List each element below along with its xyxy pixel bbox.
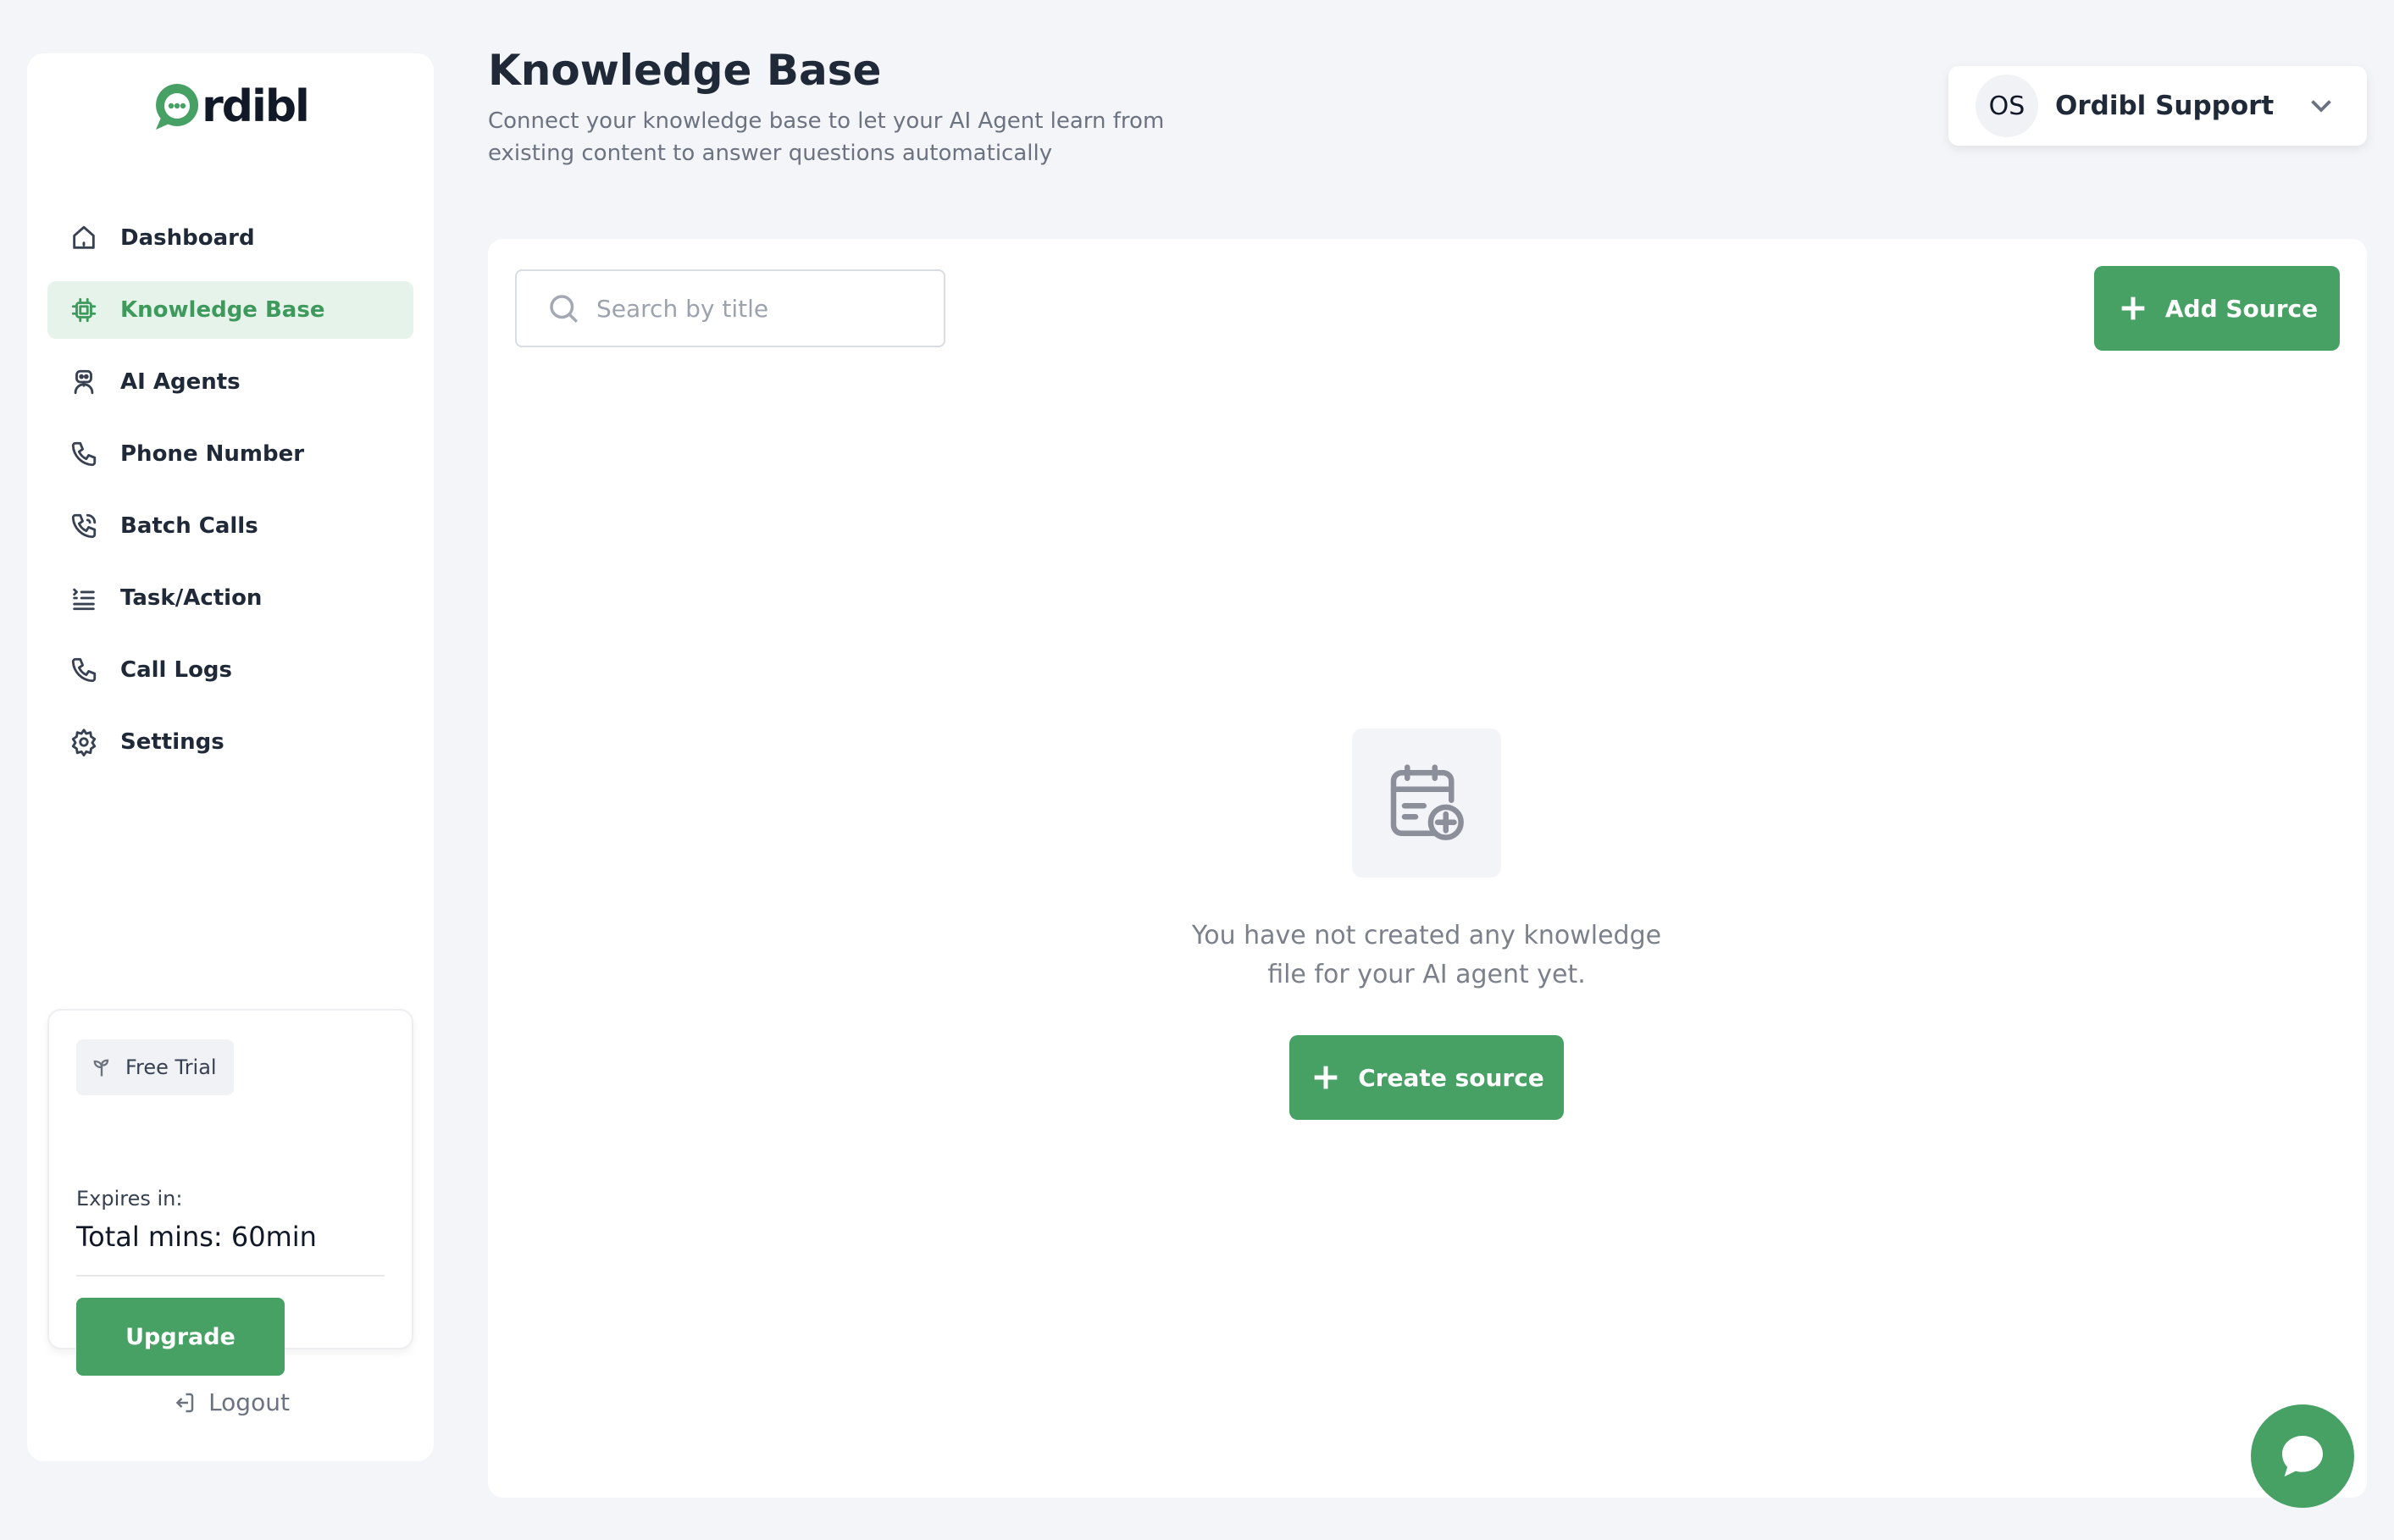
total-mins: Total mins: 60min: [76, 1221, 317, 1253]
sidebar-item-phone-number[interactable]: Phone Number: [47, 425, 413, 483]
sidebar-item-label: Phone Number: [120, 441, 305, 467]
app-root: rdibl Dashboard Knowledge Base AI Agents: [0, 0, 2394, 1540]
page-title: Knowledge Base: [488, 46, 882, 95]
create-source-button[interactable]: Create source: [1289, 1035, 1564, 1120]
search-box[interactable]: [515, 269, 945, 347]
sidebar-nav: Dashboard Knowledge Base AI Agents Phone…: [47, 209, 413, 785]
chevron-down-icon[interactable]: [2306, 90, 2336, 120]
sidebar-item-batch-calls[interactable]: Batch Calls: [47, 497, 413, 555]
upgrade-button[interactable]: Upgrade: [76, 1298, 285, 1376]
empty-state-icon: [1352, 728, 1501, 878]
sidebar-item-label: Batch Calls: [120, 513, 258, 539]
logout-label: Logout: [208, 1388, 290, 1416]
search-icon: [550, 295, 578, 323]
knowledge-base-panel: Add Source You have not created any know…: [488, 239, 2367, 1498]
user-name: Ordibl Support: [2055, 91, 2275, 121]
logout-button[interactable]: Logout: [27, 1388, 434, 1416]
sidebar-item-label: Knowledge Base: [120, 297, 325, 323]
page-subtitle: Connect your knowledge base to let your …: [488, 108, 1165, 166]
sidebar-item-call-logs[interactable]: Call Logs: [47, 641, 413, 699]
sidebar-item-label: Task/Action: [120, 585, 263, 611]
add-source-button[interactable]: Add Source: [2094, 266, 2340, 351]
chat-bubble-icon: [2282, 1436, 2323, 1476]
logo-text: rdibl: [202, 81, 310, 132]
avatar: OS: [1976, 75, 2038, 137]
chat-support-button[interactable]: [2251, 1404, 2354, 1508]
sidebar-item-dashboard[interactable]: Dashboard: [47, 209, 413, 267]
sidebar-item-label: Settings: [120, 729, 224, 755]
trial-card: Free Trial Expires in: Total mins: 60min…: [47, 1009, 413, 1376]
sprout-icon: [93, 1059, 109, 1077]
calendar-add-icon: [1390, 764, 1464, 840]
sidebar: rdibl Dashboard Knowledge Base AI Agents: [27, 53, 434, 1461]
empty-state-message: You have not created any knowledge file …: [1191, 921, 1662, 989]
task-list-icon: [68, 582, 100, 614]
search-input[interactable]: [596, 294, 918, 323]
gear-icon: [68, 726, 100, 758]
plus-icon: [2121, 296, 2145, 320]
free-trial-badge: Free Trial: [76, 1039, 234, 1095]
sidebar-item-label: Dashboard: [120, 225, 255, 251]
expires-label: Expires in:: [76, 1187, 183, 1210]
logo-icon: [156, 84, 199, 130]
sidebar-item-task-action[interactable]: Task/Action: [47, 569, 413, 627]
home-icon: [68, 222, 100, 254]
sidebar-item-ai-agents[interactable]: AI Agents: [47, 353, 413, 411]
add-source-label: Add Source: [2164, 294, 2319, 323]
sidebar-item-label: AI Agents: [120, 369, 241, 395]
phone-call-icon: [68, 510, 100, 542]
phone-icon: [68, 654, 100, 686]
sidebar-item-knowledge-base[interactable]: Knowledge Base: [47, 281, 413, 339]
logout-icon: [175, 1393, 194, 1412]
user-menu[interactable]: OS Ordibl Support: [1948, 66, 2367, 146]
plus-icon: [1314, 1066, 1338, 1089]
create-source-label: Create source: [1358, 1063, 1544, 1092]
divider: [76, 1275, 385, 1277]
logo[interactable]: rdibl: [27, 77, 434, 136]
sidebar-item-label: Call Logs: [120, 657, 233, 683]
phone-icon: [68, 438, 100, 470]
free-trial-label: Free Trial: [125, 1055, 217, 1079]
chip-icon: [68, 294, 100, 326]
sidebar-item-settings[interactable]: Settings: [47, 713, 413, 771]
robot-icon: [68, 366, 100, 398]
